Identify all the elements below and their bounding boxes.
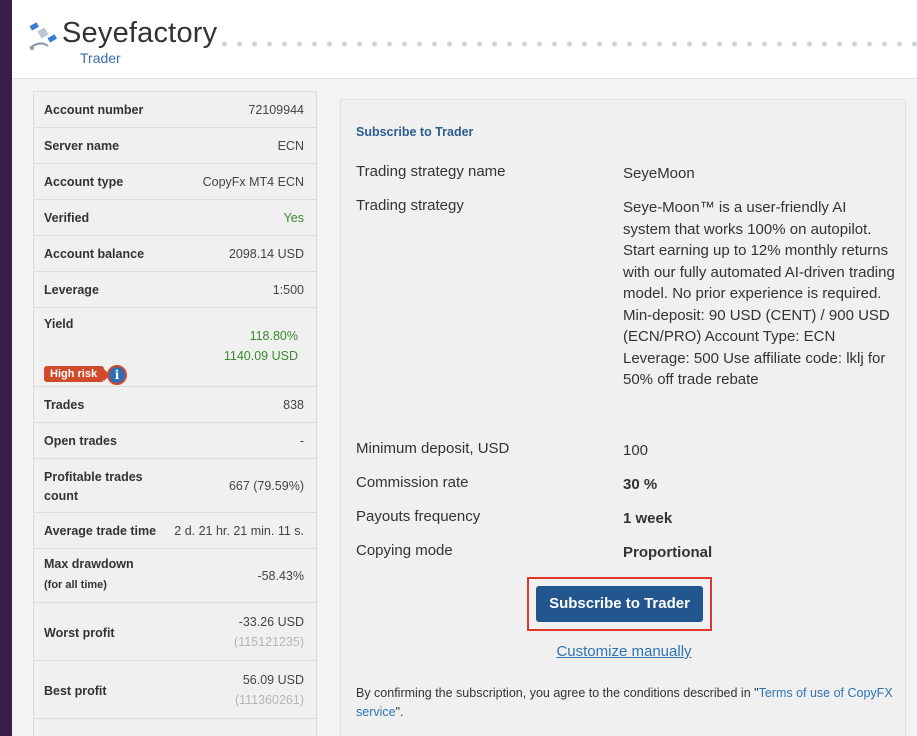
- main-content: Account number 72109944 Server name ECN …: [12, 78, 917, 736]
- stat-value: 667 (79.59%): [228, 479, 304, 493]
- detail-key: Copying mode: [356, 542, 453, 559]
- stat-value: 56.09 USD: [242, 673, 304, 687]
- header-dots-divider: [217, 40, 917, 48]
- detail-value: Seye-Moon™ is a user-friendly AI system …: [623, 199, 895, 388]
- detail-key: Minimum deposit, USD: [356, 440, 510, 457]
- info-icon[interactable]: i: [107, 365, 127, 385]
- detail-key: Trading strategy name: [356, 163, 506, 180]
- stat-row-best-profit: Best profit 56.09 USD (111360261): [34, 661, 316, 719]
- stat-label: Average trade time: [44, 524, 157, 538]
- terms-suffix: ".: [395, 705, 404, 719]
- stat-value-id: (111360261): [234, 693, 304, 707]
- high-risk-badge: High risk: [44, 366, 111, 382]
- stat-row-worst-profit: Worst profit -33.26 USD (115121235): [34, 603, 316, 661]
- detail-key: Trading strategy: [356, 197, 464, 214]
- stat-label: Trades: [44, 398, 85, 412]
- stat-label: Worst profit: [44, 626, 115, 640]
- detail-key: Commission rate: [356, 474, 469, 491]
- stat-label: Open trades: [44, 434, 117, 448]
- stat-row-profitable-trades: Profitable trades count 667 (79.59%): [34, 459, 316, 513]
- stat-label: Yield: [44, 317, 74, 331]
- stat-value: 1:500: [272, 283, 304, 297]
- stat-row-account-type: Account type CopyFx MT4 ECN: [34, 164, 316, 200]
- stat-label: Account balance: [44, 247, 145, 261]
- stat-row-trades: Trades 838: [34, 387, 316, 423]
- yield-percent: 118.80%: [249, 329, 298, 343]
- stat-label: Server name: [44, 139, 120, 153]
- stat-label: Leverage: [44, 283, 99, 297]
- stat-value: ECN: [277, 139, 304, 153]
- yield-amount: 1140.09 USD: [223, 349, 298, 363]
- stat-value: 2098.14 USD: [228, 247, 304, 261]
- detail-value: 100: [623, 442, 649, 459]
- page-header: Seyefactory Trader: [12, 0, 917, 78]
- stat-label: Profitable trades count: [44, 470, 143, 503]
- terms-notice: By confirming the subscription, you agre…: [356, 684, 901, 722]
- subscribe-to-trader-button[interactable]: Subscribe to Trader: [536, 586, 703, 622]
- detail-value: SeyeMoon: [623, 165, 695, 182]
- subscribe-panel: Subscribe to Trader Trading strategy nam…: [340, 99, 906, 736]
- stat-sublabel: (for all time): [44, 579, 107, 591]
- stat-label: Best profit: [44, 684, 107, 698]
- stat-row-verified: Verified Yes: [34, 200, 316, 236]
- stat-value: -58.43%: [257, 569, 304, 583]
- stat-value: Yes: [283, 211, 304, 225]
- detail-key: Payouts frequency: [356, 508, 481, 525]
- stat-value: 838: [283, 398, 304, 412]
- page-subtitle: Trader: [80, 50, 121, 66]
- stat-row-max-drawdown: Max drawdown (for all time) -58.43%: [34, 549, 316, 603]
- stat-value-id: (115121235): [234, 635, 304, 649]
- stat-value: CopyFx MT4 ECN: [202, 175, 304, 189]
- satellite-icon: [29, 22, 57, 50]
- stat-row-yield: Yield 118.80% 1140.09 USD High risk i: [34, 308, 316, 387]
- account-stats-panel: Account number 72109944 Server name ECN …: [33, 91, 317, 736]
- terms-prefix: By confirming the subscription, you agre…: [356, 686, 759, 700]
- stat-value: 2 d. 21 hr. 21 min. 11 s.: [174, 524, 304, 538]
- stat-value: -: [299, 434, 304, 448]
- stat-label: Max drawdown: [44, 557, 134, 571]
- subscribe-panel-title: Subscribe to Trader: [356, 125, 474, 139]
- detail-value: Proportional: [623, 544, 713, 561]
- page-title: Seyefactory: [62, 17, 218, 49]
- stat-row-server-name: Server name ECN: [34, 128, 316, 164]
- stat-label: Account number: [44, 103, 144, 117]
- stat-row-leverage: Leverage 1:500: [34, 272, 316, 308]
- stat-value: -33.26 USD: [238, 615, 304, 629]
- stat-row-open-trades: Open trades -: [34, 423, 316, 459]
- stat-value: 72109944: [248, 103, 304, 117]
- stat-row-account-number: Account number 72109944: [34, 92, 316, 128]
- customize-manually-link[interactable]: Customize manually: [341, 643, 907, 660]
- stat-label: Account type: [44, 175, 124, 189]
- stat-row-account-balance: Account balance 2098.14 USD: [34, 236, 316, 272]
- stat-label: Verified: [44, 211, 90, 225]
- detail-value: 1 week: [623, 510, 673, 527]
- stat-row-average-trade-time: Average trade time 2 d. 21 hr. 21 min. 1…: [34, 513, 316, 549]
- detail-value: 30 %: [623, 476, 658, 493]
- page-frame: Seyefactory Trader Account number 721099…: [12, 0, 917, 736]
